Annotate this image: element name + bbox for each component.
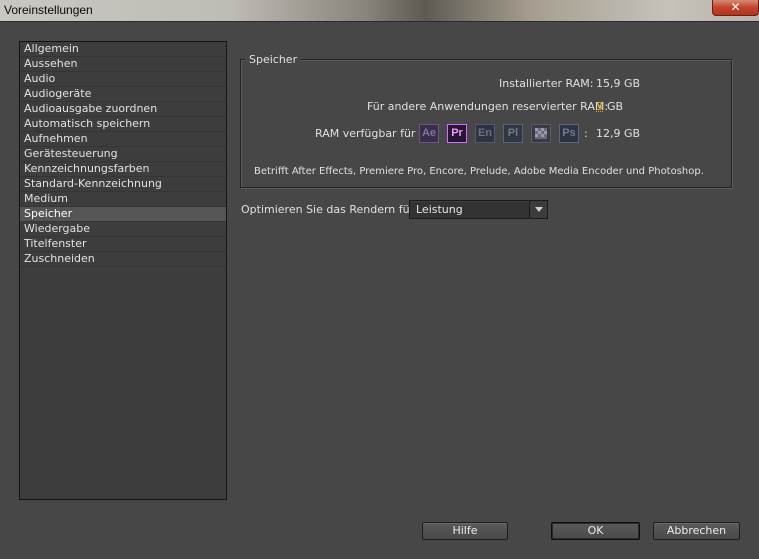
- render-optimize-select[interactable]: Leistung: [409, 200, 548, 219]
- sidebar-item-aussehen[interactable]: Aussehen: [20, 57, 226, 72]
- sidebar-item-wiedergabe[interactable]: Wiedergabe: [20, 222, 226, 237]
- render-optimize-value: Leistung: [416, 203, 463, 216]
- sidebar-item-audio[interactable]: Audio: [20, 72, 226, 87]
- help-button[interactable]: Hilfe: [422, 522, 508, 540]
- sidebar-item-kennzeichnungsfarben[interactable]: Kennzeichnungsfarben: [20, 162, 226, 177]
- title-bar: Voreinstellungen ✕: [0, 0, 759, 22]
- chevron-down-icon[interactable]: [529, 201, 547, 218]
- sidebar-item-aufnehmen[interactable]: Aufnehmen: [20, 132, 226, 147]
- photoshop-icon: Ps: [559, 124, 579, 143]
- memory-group-label: Speicher: [245, 53, 302, 66]
- sidebar-item-audioausgabe-zuordnen[interactable]: Audioausgabe zuordnen: [20, 102, 226, 117]
- sidebar-item-medium[interactable]: Medium: [20, 192, 226, 207]
- sidebar-item-standard-kennzeichnung[interactable]: Standard-Kennzeichnung: [20, 177, 226, 192]
- affected-apps-note: Betrifft After Effects, Premiere Pro, En…: [254, 166, 704, 177]
- window-title: Voreinstellungen: [4, 3, 93, 17]
- available-ram-value: 12,9 GB: [596, 127, 641, 140]
- ok-button[interactable]: OK: [551, 522, 640, 540]
- sidebar-item-geraetesteuerung[interactable]: Gerätesteuerung: [20, 147, 226, 162]
- reserved-ram-label: Für andere Anwendungen reservierter RAM:: [367, 100, 609, 113]
- encore-icon: En: [475, 124, 495, 143]
- cancel-button[interactable]: Abbrechen: [653, 522, 740, 540]
- reserved-ram-input[interactable]: 3: [596, 100, 603, 113]
- sidebar-item-speicher[interactable]: Speicher: [20, 207, 226, 222]
- installed-ram-value: 15,9 GB: [596, 77, 641, 90]
- premiere-pro-icon: Pr: [447, 124, 467, 143]
- available-ram-label: RAM verfügbar für: [315, 127, 416, 140]
- sidebar-item-automatisch-speichern[interactable]: Automatisch speichern: [20, 117, 226, 132]
- sidebar-item-allgemein[interactable]: Allgemein: [20, 42, 226, 57]
- sidebar-item-audiogeraete[interactable]: Audiogeräte: [20, 87, 226, 102]
- render-optimize-label: Optimieren Sie das Rendern für:: [241, 203, 418, 216]
- prelude-icon: Pl: [503, 124, 523, 143]
- sidebar-item-titelfenster[interactable]: Titelfenster: [20, 237, 226, 252]
- sidebar-item-zuschneiden[interactable]: Zuschneiden: [20, 252, 226, 267]
- reserved-ram-unit: GB: [607, 100, 624, 113]
- media-encoder-icon: [531, 124, 551, 143]
- installed-ram-label: Installierter RAM:: [499, 77, 594, 90]
- category-list[interactable]: Allgemein Aussehen Audio Audiogeräte Aud…: [19, 41, 227, 500]
- available-ram-colon: :: [584, 127, 588, 140]
- close-button[interactable]: ✕: [712, 0, 759, 16]
- after-effects-icon: Ae: [419, 124, 439, 143]
